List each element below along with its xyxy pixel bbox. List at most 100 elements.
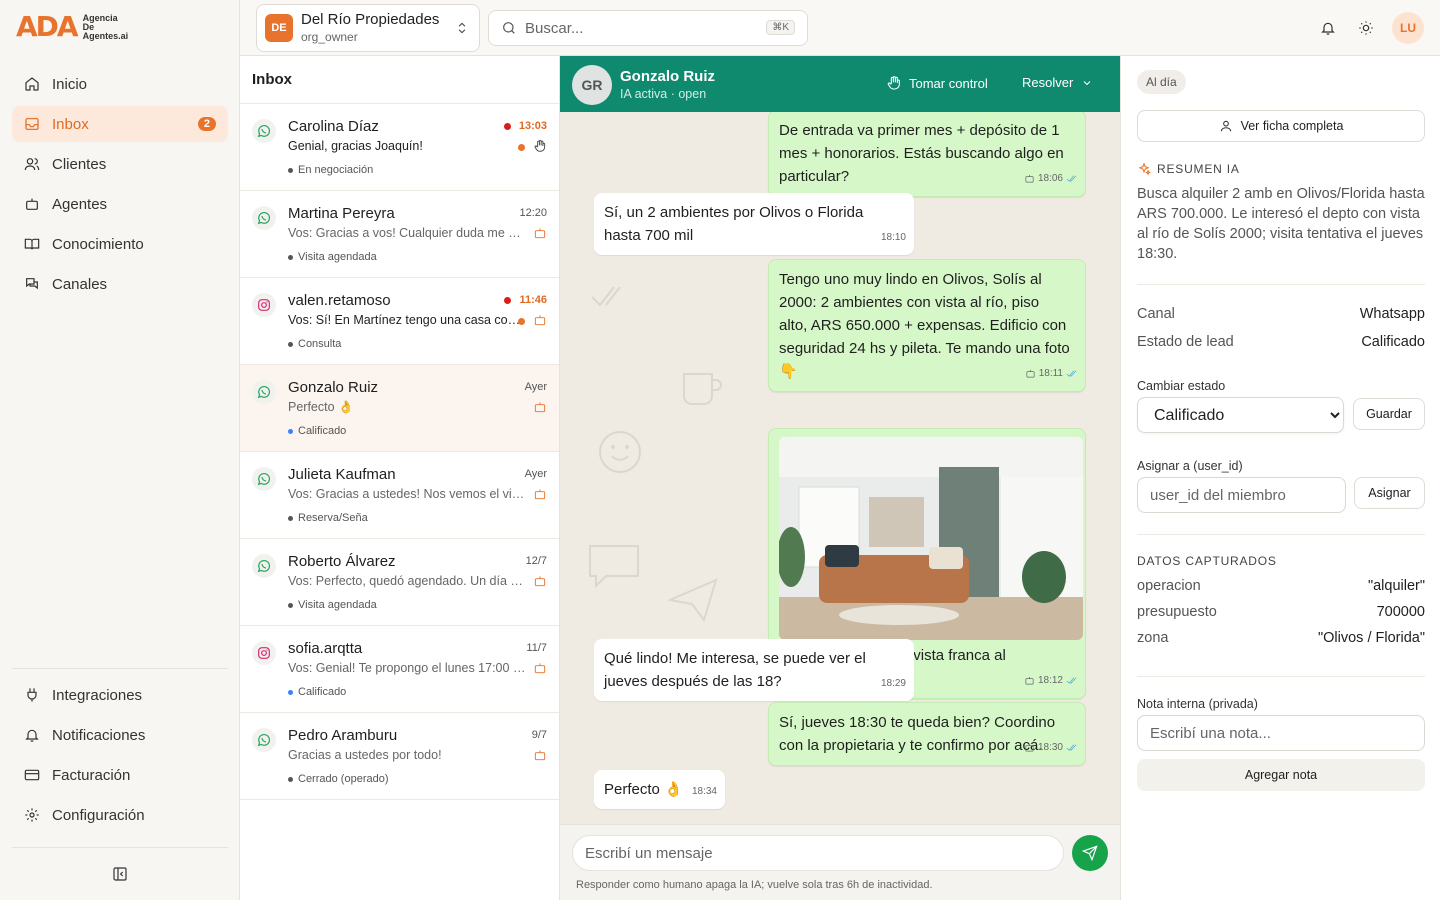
conversation-item[interactable]: Roberto Álvarez 12/7 Vos: Perfecto, quedó …: [240, 539, 559, 626]
whatsapp-icon: [257, 385, 271, 399]
channel-badge: [252, 641, 276, 665]
conversation-item[interactable]: Gonzalo Ruiz Ayer Perfecto 👌 Calificado: [240, 365, 559, 452]
add-note-button[interactable]: Agregar nota: [1137, 759, 1425, 791]
sidebar-item-label: Canales: [52, 275, 108, 293]
doodle-send-icon: [668, 578, 718, 622]
sidebar-item-canales[interactable]: Canales: [12, 266, 228, 302]
sidebar-item-agentes[interactable]: Agentes: [12, 186, 228, 222]
plug-icon: [24, 687, 40, 703]
lead-details-panel: Al día Ver ficha completa RESUMEN IA Bus…: [1120, 56, 1440, 900]
message-meta: 18:06: [1024, 167, 1077, 190]
conversation-preview: Vos: Sí! En Martínez tengo una casa con …: [288, 313, 526, 327]
search-input[interactable]: [525, 19, 755, 37]
conversation-preview: Vos: Genial! Te propongo el lunes 17:00 …: [288, 661, 526, 675]
user-avatar[interactable]: LU: [1392, 12, 1424, 44]
conversation-list: Carolina Díaz 13:03 Genial, gracias Joaquí…: [240, 104, 559, 800]
message-time: 18:29: [880, 678, 906, 689]
theme-toggle[interactable]: [1354, 16, 1378, 40]
conversation-preview: Vos: Perfecto, quedó agendado. Un día an…: [288, 574, 526, 588]
message-thread[interactable]: De entrada va primer mes + depósito de 1…: [560, 112, 1120, 824]
conversation-item[interactable]: Carolina Díaz 13:03 Genial, gracias Joaquí…: [240, 104, 559, 191]
lead-status-value: Calificado: [1361, 334, 1425, 350]
conversation-time: Ayer: [524, 468, 547, 480]
bot-icon: [534, 750, 546, 761]
conversation-item[interactable]: Pedro Aramburu 9/7 Gracias a ustedes por t…: [240, 713, 559, 800]
home-icon: [24, 76, 40, 92]
internal-note-label: Nota interna (privada): [1137, 697, 1258, 711]
lead-status-tag: Calificado: [288, 425, 346, 437]
status-select[interactable]: Calificado: [1137, 397, 1344, 433]
conversation-time: 9/7: [531, 729, 547, 741]
contact-name: Gonzalo Ruiz: [620, 68, 715, 85]
captured-row: zona "Olivos / Florida": [1137, 630, 1425, 646]
card-icon: [24, 767, 40, 783]
main-nav: Inicio Inbox 2 Clientes Agentes Conocimi…: [12, 66, 228, 306]
internal-note-input[interactable]: [1137, 715, 1425, 751]
bot-icon: [1025, 743, 1034, 752]
resolve-button[interactable]: Resolver: [1022, 75, 1093, 90]
user-icon: [1220, 120, 1231, 132]
sidebar-item-inicio[interactable]: Inicio: [12, 66, 228, 102]
send-button[interactable]: [1072, 835, 1108, 871]
unread-dot: [504, 123, 511, 130]
message-meta: 18:11: [1025, 362, 1077, 385]
sidebar-item-inbox[interactable]: Inbox 2: [12, 106, 228, 142]
message-time: 18:30: [1037, 742, 1063, 753]
message-bubble-outgoing[interactable]: Tengo uno muy lindo en Olivos, Solís al …: [768, 259, 1086, 392]
sidebar-item-conocimiento[interactable]: Conocimiento: [12, 226, 228, 262]
collapse-sidebar-button[interactable]: [112, 866, 128, 882]
message-bubble-outgoing[interactable]: De entrada va primer mes + depósito de 1…: [768, 112, 1086, 197]
sidebar-item-facturacion[interactable]: Facturación: [12, 757, 228, 793]
bot-icon: [534, 402, 546, 413]
sidebar: ADA Agencia De Agentes.ai Inicio Inbox 2 C…: [0, 0, 240, 900]
sidebar-item-clientes[interactable]: Clientes: [12, 146, 228, 182]
sun-icon: [1359, 21, 1373, 35]
save-status-button[interactable]: Guardar: [1353, 398, 1425, 430]
message-bubble-incoming[interactable]: Perfecto 👌 18:34: [594, 770, 725, 809]
message-time: 18:11: [1038, 368, 1063, 379]
take-control-button[interactable]: Tomar control: [886, 75, 988, 91]
assign-user-input[interactable]: [1137, 477, 1346, 513]
lead-status-row: Estado de lead Calificado: [1137, 334, 1425, 350]
conversation-name: valen.retamoso: [288, 292, 391, 309]
whatsapp-icon: [257, 733, 271, 747]
ai-mode-indicator: [533, 574, 547, 588]
double-check-icon: [1066, 370, 1077, 377]
sidebar-item-notificaciones[interactable]: Notificaciones: [12, 717, 228, 753]
sidebar-item-label: Conocimiento: [52, 235, 144, 253]
message-bubble-outgoing[interactable]: Sí, jueves 18:30 te queda bien? Coordino…: [768, 702, 1086, 766]
conversation-item[interactable]: valen.retamoso 11:46 Vos: Sí! En Martínez …: [240, 278, 559, 365]
message-input[interactable]: [572, 835, 1064, 871]
notifications-button[interactable]: [1316, 16, 1340, 40]
pending-dot: [518, 318, 525, 325]
captured-row: operacion "alquiler": [1137, 578, 1425, 594]
instagram-icon: [258, 299, 270, 311]
contact-avatar: GR: [572, 65, 612, 105]
change-status-label: Cambiar estado: [1137, 379, 1226, 393]
sidebar-item-integraciones[interactable]: Integraciones: [12, 677, 228, 713]
conversation-name: Carolina Díaz: [288, 118, 379, 135]
sparkles-icon: [1138, 162, 1151, 176]
assign-button[interactable]: Asignar: [1354, 477, 1425, 509]
conversation-time: 11/7: [526, 642, 547, 654]
channel-badge: [252, 467, 276, 491]
org-switcher[interactable]: DE Del Río Propiedades org_owner: [256, 4, 480, 52]
tag-dot: [288, 515, 293, 521]
double-check-icon: [1066, 175, 1077, 182]
logo[interactable]: ADA Agencia De Agentes.ai: [16, 12, 128, 42]
inbox-panel: Inbox Carolina Díaz 13:03 Genial, gracias …: [240, 56, 560, 900]
conversation-item[interactable]: Martina Pereyra 12:20 Vos: Gracias a vos! …: [240, 191, 559, 278]
lead-status-tag: En negociación: [288, 164, 373, 176]
whatsapp-icon: [257, 211, 271, 225]
conversation-item[interactable]: sofia.arqtta 11/7 Vos: Genial! Te propongo…: [240, 626, 559, 713]
ai-mode-indicator: [533, 748, 547, 762]
sidebar-item-configuracion[interactable]: Configuración: [12, 797, 228, 833]
message-time: 18:12: [1037, 675, 1063, 686]
view-full-profile-button[interactable]: Ver ficha completa: [1137, 110, 1425, 142]
ai-mode-indicator: [533, 661, 547, 675]
lead-status-tag: Cerrado (operado): [288, 773, 389, 785]
message-bubble-incoming[interactable]: Sí, un 2 ambientes por Olivos o Florida …: [594, 193, 914, 255]
message-bubble-incoming[interactable]: Qué lindo! Me interesa, se puede ver el …: [594, 639, 914, 701]
channel-badge: [252, 554, 276, 578]
conversation-item[interactable]: Julieta Kaufman Ayer Vos: Gracias a ustede…: [240, 452, 559, 539]
